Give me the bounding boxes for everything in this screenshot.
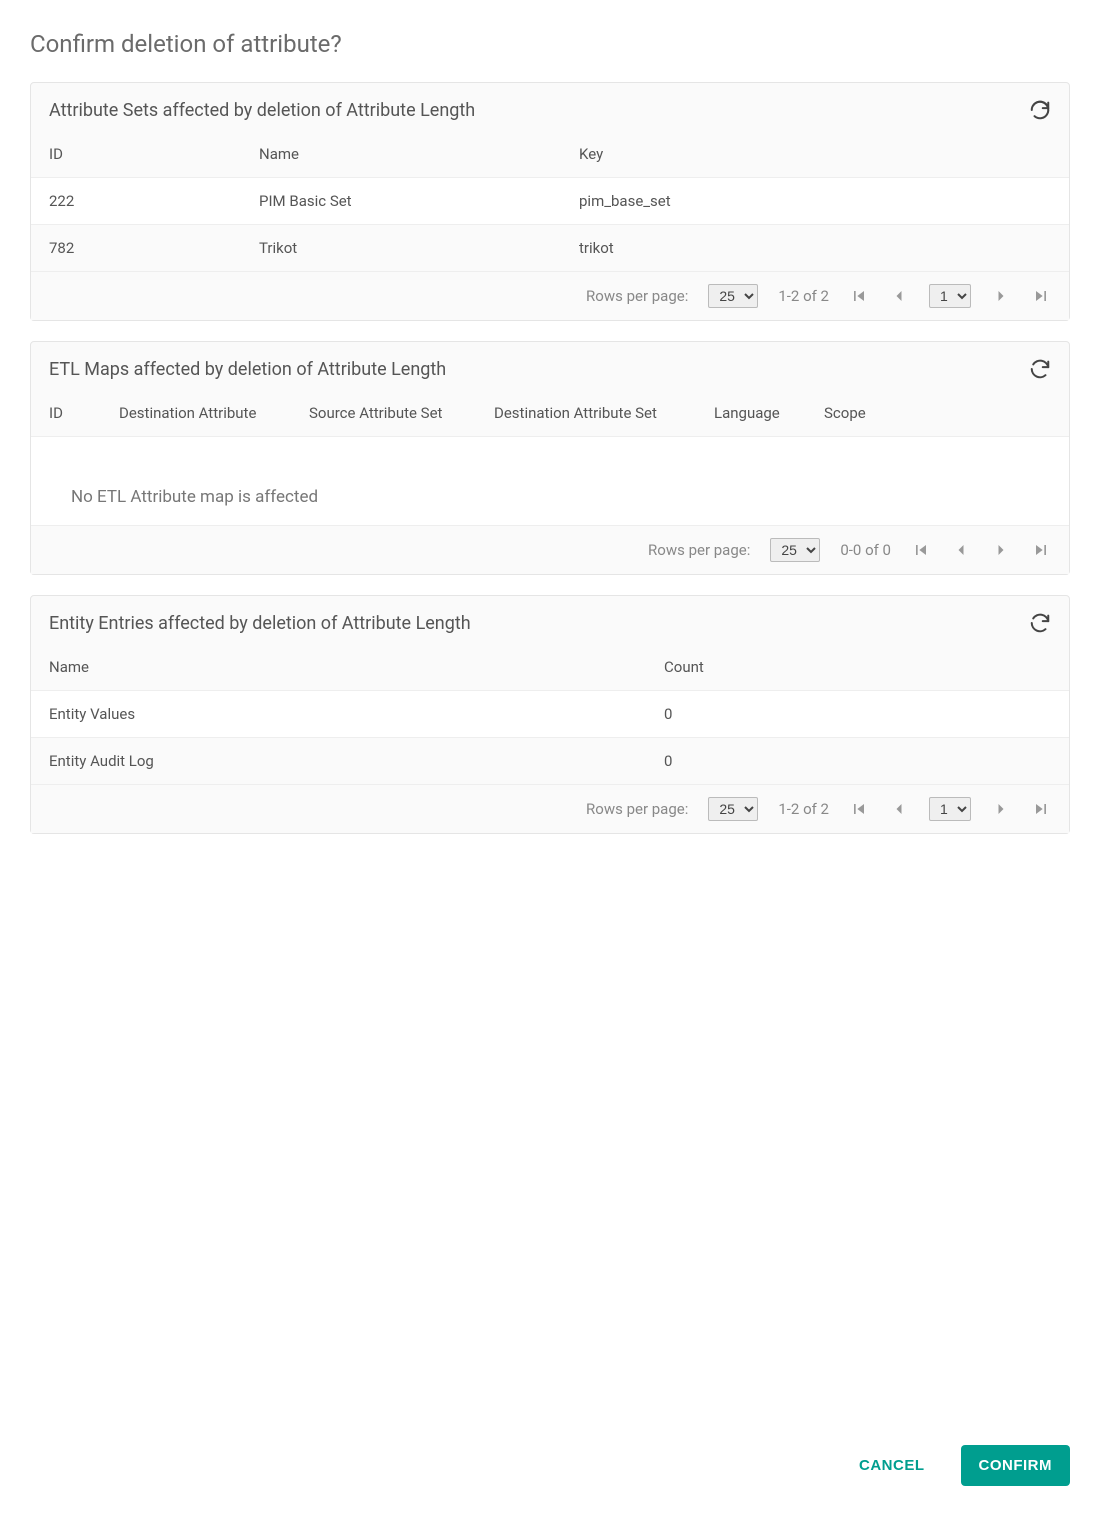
table-row: Entity Audit Log 0 [31, 737, 1069, 784]
col-header-id: ID [49, 404, 119, 422]
prev-page-icon[interactable] [951, 540, 971, 560]
card-title: Entity Entries affected by deletion of A… [49, 613, 1029, 634]
first-page-icon[interactable] [849, 286, 869, 306]
col-header-count: Count [664, 658, 1051, 676]
table-footer: Rows per page: 25 1-2 of 2 1 [31, 784, 1069, 833]
confirm-button[interactable]: CONFIRM [961, 1445, 1071, 1486]
table-row: 782 Trikot trikot [31, 224, 1069, 271]
table-row: Entity Values 0 [31, 690, 1069, 737]
cancel-button[interactable]: CANCEL [841, 1445, 943, 1486]
page-size-select[interactable]: 25 [770, 538, 820, 562]
range-label: 1-2 of 2 [778, 800, 829, 818]
entity-entries-card: Entity Entries affected by deletion of A… [30, 595, 1070, 834]
rows-per-page-label: Rows per page: [586, 287, 688, 305]
col-header-key: Key [579, 145, 1051, 163]
table-footer: Rows per page: 25 1-2 of 2 1 [31, 271, 1069, 320]
col-header-name: Name [259, 145, 579, 163]
etl-maps-card: ETL Maps affected by deletion of Attribu… [30, 341, 1070, 575]
page-number-select[interactable]: 1 [929, 797, 971, 821]
dialog-actions: CANCEL CONFIRM [30, 1165, 1070, 1486]
next-page-icon[interactable] [991, 286, 1011, 306]
empty-state-message: No ETL Attribute map is affected [31, 436, 1069, 525]
page-number-select[interactable]: 1 [929, 284, 971, 308]
cell-id: 222 [49, 192, 259, 210]
refresh-icon[interactable] [1029, 612, 1051, 634]
cell-id: 782 [49, 239, 259, 257]
table-header-row: Name Count [31, 644, 1069, 690]
confirm-deletion-dialog: Confirm deletion of attribute? Attribute… [0, 0, 1100, 1516]
card-header: Attribute Sets affected by deletion of A… [31, 83, 1069, 131]
rows-per-page-label: Rows per page: [586, 800, 688, 818]
cell-name: Entity Values [49, 705, 664, 723]
table-header-row: ID Destination Attribute Source Attribut… [31, 390, 1069, 436]
prev-page-icon[interactable] [889, 286, 909, 306]
col-header-dest-attr: Destination Attribute [119, 404, 309, 422]
last-page-icon[interactable] [1031, 540, 1051, 560]
range-label: 0-0 of 0 [840, 541, 891, 559]
prev-page-icon[interactable] [889, 799, 909, 819]
first-page-icon[interactable] [849, 799, 869, 819]
col-header-dest-set: Destination Attribute Set [494, 404, 714, 422]
col-header-src-set: Source Attribute Set [309, 404, 494, 422]
cell-key: trikot [579, 239, 1051, 257]
refresh-icon[interactable] [1029, 358, 1051, 380]
cell-name: Trikot [259, 239, 579, 257]
page-size-select[interactable]: 25 [708, 284, 758, 308]
rows-per-page-label: Rows per page: [648, 541, 750, 559]
first-page-icon[interactable] [911, 540, 931, 560]
page-size-select[interactable]: 25 [708, 797, 758, 821]
cell-name: Entity Audit Log [49, 752, 664, 770]
range-label: 1-2 of 2 [778, 287, 829, 305]
dialog-title: Confirm deletion of attribute? [30, 30, 1070, 58]
next-page-icon[interactable] [991, 540, 1011, 560]
col-header-name: Name [49, 658, 664, 676]
last-page-icon[interactable] [1031, 799, 1051, 819]
attribute-sets-card: Attribute Sets affected by deletion of A… [30, 82, 1070, 321]
last-page-icon[interactable] [1031, 286, 1051, 306]
card-title: ETL Maps affected by deletion of Attribu… [49, 359, 1029, 380]
col-header-id: ID [49, 145, 259, 163]
card-title: Attribute Sets affected by deletion of A… [49, 100, 1029, 121]
col-header-scope: Scope [824, 404, 1051, 422]
cell-count: 0 [664, 752, 1051, 770]
table-row: 222 PIM Basic Set pim_base_set [31, 177, 1069, 224]
cell-count: 0 [664, 705, 1051, 723]
cell-key: pim_base_set [579, 192, 1051, 210]
table-footer: Rows per page: 25 0-0 of 0 [31, 525, 1069, 574]
refresh-icon[interactable] [1029, 99, 1051, 121]
table-header-row: ID Name Key [31, 131, 1069, 177]
next-page-icon[interactable] [991, 799, 1011, 819]
col-header-lang: Language [714, 404, 824, 422]
card-header: Entity Entries affected by deletion of A… [31, 596, 1069, 644]
card-header: ETL Maps affected by deletion of Attribu… [31, 342, 1069, 390]
cell-name: PIM Basic Set [259, 192, 579, 210]
